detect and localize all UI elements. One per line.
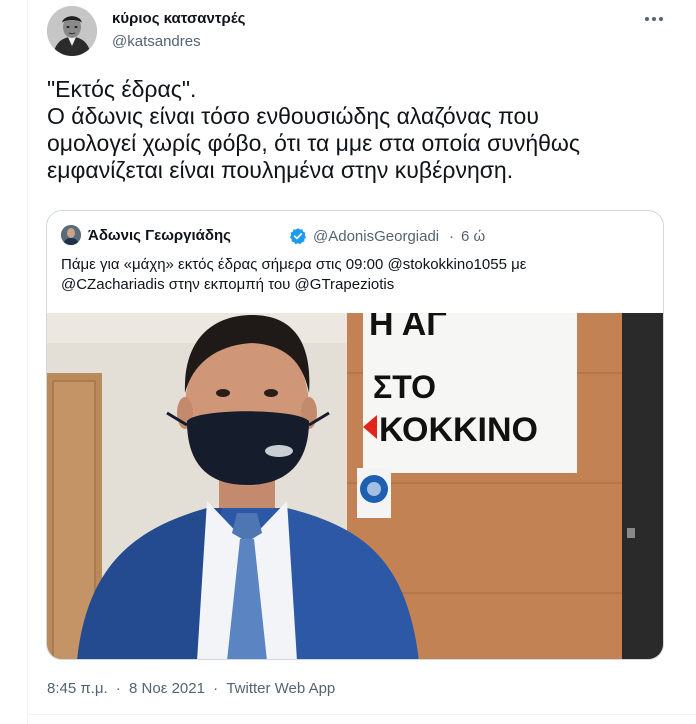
quoted-tweet-card[interactable]: Άδωνις Γεωργιάδης @AdonisGeorgiadi · 6 ώ… [46, 210, 664, 660]
tweet-text-line: Ο άδωνις είναι τόσο ενθουσιώδης αλαζόνας… [47, 103, 539, 129]
tweet-date[interactable]: 8 Νοε 2021 [129, 680, 205, 697]
tweet-time[interactable]: 8:45 π.μ. [47, 680, 108, 697]
author-handle[interactable]: @katsandres [112, 33, 201, 50]
quoted-timestamp[interactable]: 6 ώ [461, 228, 485, 245]
tweet-source[interactable]: Twitter Web App [226, 680, 335, 697]
tweet-text-line: "Εκτός έδρας". [47, 76, 197, 102]
author-avatar[interactable] [47, 6, 97, 56]
quoted-text-line: Πάμε για «μάχη» εκτός έδρας σήμερα στις … [61, 256, 527, 273]
more-options-button[interactable] [641, 8, 667, 30]
quoted-author-name[interactable]: Άδωνις Γεωργιάδης [88, 227, 231, 244]
quoted-separator: · [449, 228, 454, 245]
more-horizontal-icon-dot [652, 17, 656, 21]
quoted-author-avatar[interactable] [61, 225, 81, 245]
tweet-text-line: ομολογεί χωρίς φόβο, ότι τα μμε στα οποί… [47, 130, 580, 156]
divider [28, 714, 696, 715]
tweet-text-line: εμφανίζεται είναι πουλημένα στην κυβέρνη… [47, 157, 514, 183]
meta-separator: · [115, 680, 121, 697]
more-horizontal-icon [645, 17, 649, 21]
sign-line2-text: ΚΟΚΚΙΝΟ [379, 411, 538, 449]
quoted-text-line: @CZachariadis στην εκπομπή του @GTrapezi… [61, 276, 395, 293]
sign-line1-text: ΣΤΟ [373, 369, 436, 405]
quoted-tweet-photo[interactable]: Η ΑΓ ΣΤΟ ΚΟΚΚΙΝΟ [47, 313, 663, 659]
verified-badge-icon [289, 227, 307, 245]
tweet-text: "Εκτός έδρας". Ο άδωνις είναι τόσο ενθου… [47, 76, 667, 184]
quoted-author-handle[interactable]: @AdonisGeorgiadi [313, 228, 439, 245]
sign-partial-text: Η ΑΓ [369, 313, 447, 343]
tweet-meta: 8:45 π.μ. · 8 Νοε 2021 · Twitter Web App [47, 680, 339, 697]
author-display-name[interactable]: κύριος κατσαντρές [112, 10, 245, 27]
meta-separator: · [213, 680, 219, 697]
quoted-tweet-text: Πάμε για «μάχη» εκτός έδρας σήμερα στις … [61, 255, 651, 295]
more-horizontal-icon-dot [659, 17, 663, 21]
